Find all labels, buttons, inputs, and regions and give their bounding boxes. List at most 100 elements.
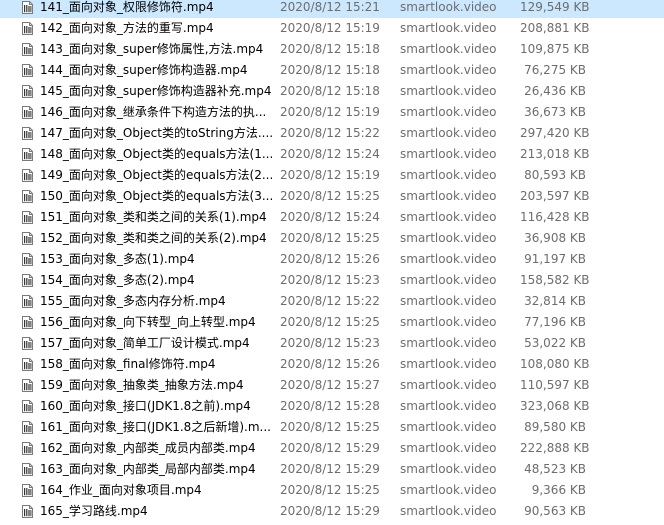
file-modified-date: 2020/8/12 15:18	[280, 42, 380, 56]
file-name: 158_面向对象_final修饰符.mp4	[40, 357, 216, 371]
file-row[interactable]: 161_面向对象_接口(JDK1.8之后新增).m... 2020/8/12 15…	[0, 417, 664, 438]
video-file-icon	[22, 463, 33, 476]
file-type: smartlook.video	[400, 273, 497, 287]
video-file-icon	[22, 43, 33, 56]
video-file-icon	[22, 1, 33, 14]
file-row[interactable]: 157_面向对象_简单工厂设计模式.mp4 2020/8/12 15:23 smar…	[0, 333, 664, 354]
file-size: 110,597 KB	[520, 378, 590, 392]
file-modified-date: 2020/8/12 15:23	[280, 273, 380, 287]
file-type: smartlook.video	[400, 126, 497, 140]
file-row[interactable]: 162_面向对象_内部类_成员内部类.mp4 2020/8/12 15:29 sma…	[0, 438, 664, 459]
file-name: 164_作业_面向对象项目.mp4	[40, 483, 202, 497]
file-modified-date: 2020/8/12 15:18	[280, 84, 380, 98]
file-name: 142_面向对象_方法的重写.mp4	[40, 21, 214, 35]
file-type: smartlook.video	[400, 147, 497, 161]
file-row[interactable]: 163_面向对象_内部类_局部内部类.mp4 2020/8/12 15:29 sma…	[0, 459, 664, 480]
file-size: 90,563 KB	[524, 504, 586, 518]
file-size: 36,908 KB	[524, 231, 586, 245]
file-modified-date: 2020/8/12 15:28	[280, 399, 380, 413]
file-name: 146_面向对象_继承条件下构造方法的执...	[40, 105, 267, 119]
video-file-icon	[22, 127, 33, 140]
file-name: 143_面向对象_super修饰属性,方法.mp4	[40, 42, 264, 56]
file-row[interactable]: 160_面向对象_接口(JDK1.8之前).mp4 2020/8/12 15:28…	[0, 396, 664, 417]
file-name: 154_面向对象_多态(2).mp4	[40, 273, 195, 287]
video-file-icon	[22, 85, 33, 98]
file-row[interactable]: 165_学习路线.mp4 2020/8/12 15:29 smartlook.vid…	[0, 501, 664, 522]
file-type: smartlook.video	[400, 504, 497, 518]
file-size: 89,580 KB	[524, 420, 586, 434]
file-size: 129,549 KB	[520, 0, 590, 14]
file-modified-date: 2020/8/12 15:19	[280, 21, 380, 35]
file-row[interactable]: 150_面向对象_Object类的equals方法(3... 2020/8/12 …	[0, 186, 664, 207]
file-size: 36,673 KB	[524, 105, 586, 119]
file-row[interactable]: 159_面向对象_抽象类_抽象方法.mp4 2020/8/12 15:27 smar…	[0, 375, 664, 396]
video-file-icon	[22, 379, 33, 392]
file-type: smartlook.video	[400, 420, 497, 434]
file-row[interactable]: 151_面向对象_类和类之间的关系(1).mp4 2020/8/12 15:24 s…	[0, 207, 664, 228]
file-row[interactable]: 141_面向对象_权限修饰符.mp4 2020/8/12 15:21 smartlo…	[0, 0, 664, 18]
file-row[interactable]: 143_面向对象_super修饰属性,方法.mp4 2020/8/12 15:18…	[0, 39, 664, 60]
file-type: smartlook.video	[400, 336, 497, 350]
file-name: 153_面向对象_多态(1).mp4	[40, 252, 195, 266]
file-row[interactable]: 156_面向对象_向下转型_向上转型.mp4 2020/8/12 15:25 sma…	[0, 312, 664, 333]
file-row[interactable]: 145_面向对象_super修饰构造器补充.mp4 2020/8/12 15:18…	[0, 81, 664, 102]
file-size: 222,888 KB	[520, 441, 590, 455]
file-type: smartlook.video	[400, 462, 497, 476]
file-modified-date: 2020/8/12 15:24	[280, 147, 380, 161]
file-size: 32,814 KB	[524, 294, 586, 308]
file-modified-date: 2020/8/12 15:26	[280, 252, 380, 266]
file-name: 144_面向对象_super修饰构造器.mp4	[40, 63, 248, 77]
file-size: 26,436 KB	[524, 84, 586, 98]
file-type: smartlook.video	[400, 84, 497, 98]
file-row[interactable]: 148_面向对象_Object类的equals方法(1... 2020/8/12 …	[0, 144, 664, 165]
file-name: 145_面向对象_super修饰构造器补充.mp4	[40, 84, 272, 98]
file-type: smartlook.video	[400, 189, 497, 203]
video-file-icon	[22, 148, 33, 161]
file-size: 48,523 KB	[524, 462, 586, 476]
video-file-icon	[22, 316, 33, 329]
file-name: 150_面向对象_Object类的equals方法(3...	[40, 189, 272, 203]
file-type: smartlook.video	[400, 441, 497, 455]
file-name: 141_面向对象_权限修饰符.mp4	[40, 0, 214, 14]
video-file-icon	[22, 295, 33, 308]
file-modified-date: 2020/8/12 15:24	[280, 210, 380, 224]
file-row[interactable]: 146_面向对象_继承条件下构造方法的执... 2020/8/12 15:19 sm…	[0, 102, 664, 123]
file-type: smartlook.video	[400, 294, 497, 308]
file-modified-date: 2020/8/12 15:25	[280, 231, 380, 245]
file-row[interactable]: 144_面向对象_super修饰构造器.mp4 2020/8/12 15:18 sm…	[0, 60, 664, 81]
file-name: 148_面向对象_Object类的equals方法(1...	[40, 147, 272, 161]
file-size: 91,197 KB	[524, 252, 586, 266]
file-name: 151_面向对象_类和类之间的关系(1).mp4	[40, 210, 267, 224]
file-name: 165_学习路线.mp4	[40, 504, 148, 518]
file-size: 297,420 KB	[520, 126, 590, 140]
file-modified-date: 2020/8/12 15:23	[280, 336, 380, 350]
video-file-icon	[22, 274, 33, 287]
file-row[interactable]: 153_面向对象_多态(1).mp4 2020/8/12 15:26 smartlo…	[0, 249, 664, 270]
file-size: 208,881 KB	[520, 21, 590, 35]
file-row[interactable]: 147_面向对象_Object类的toString方法.... 2020/8/12…	[0, 123, 664, 144]
file-type: smartlook.video	[400, 252, 497, 266]
file-modified-date: 2020/8/12 15:22	[280, 294, 380, 308]
file-row[interactable]: 154_面向对象_多态(2).mp4 2020/8/12 15:23 smartlo…	[0, 270, 664, 291]
file-name: 157_面向对象_简单工厂设计模式.mp4	[40, 336, 250, 350]
file-row[interactable]: 164_作业_面向对象项目.mp4 2020/8/12 15:25 smartloo…	[0, 480, 664, 501]
video-file-icon	[22, 190, 33, 203]
video-file-icon	[22, 64, 33, 77]
file-name: 152_面向对象_类和类之间的关系(2).mp4	[40, 231, 267, 245]
file-name: 155_面向对象_多态内存分析.mp4	[40, 294, 226, 308]
video-file-icon	[22, 400, 33, 413]
file-row[interactable]: 158_面向对象_final修饰符.mp4 2020/8/12 15:26 smar…	[0, 354, 664, 375]
file-type: smartlook.video	[400, 210, 497, 224]
file-size: 213,018 KB	[520, 147, 590, 161]
file-row[interactable]: 149_面向对象_Object类的equals方法(2... 2020/8/12 …	[0, 165, 664, 186]
file-row[interactable]: 155_面向对象_多态内存分析.mp4 2020/8/12 15:22 smartl…	[0, 291, 664, 312]
file-type: smartlook.video	[400, 399, 497, 413]
file-modified-date: 2020/8/12 15:18	[280, 63, 380, 77]
file-row[interactable]: 142_面向对象_方法的重写.mp4 2020/8/12 15:19 smartlo…	[0, 18, 664, 39]
file-modified-date: 2020/8/12 15:26	[280, 357, 380, 371]
file-modified-date: 2020/8/12 15:25	[280, 189, 380, 203]
file-name: 162_面向对象_内部类_成员内部类.mp4	[40, 441, 256, 455]
file-type: smartlook.video	[400, 21, 497, 35]
file-row[interactable]: 152_面向对象_类和类之间的关系(2).mp4 2020/8/12 15:25 s…	[0, 228, 664, 249]
file-modified-date: 2020/8/12 15:27	[280, 378, 380, 392]
